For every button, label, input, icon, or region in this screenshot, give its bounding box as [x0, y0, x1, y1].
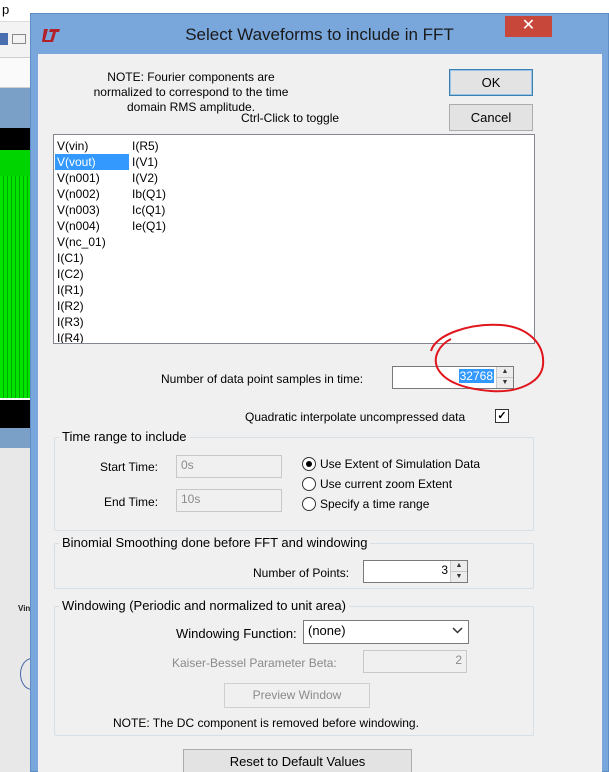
- ok-button[interactable]: OK: [449, 69, 533, 96]
- waveform-item[interactable]: V(n003): [55, 202, 129, 218]
- waveform-item[interactable]: V(n001): [55, 170, 129, 186]
- points-spin-arrows: ▲ ▼: [450, 561, 467, 582]
- spin-up-icon[interactable]: ▲: [451, 561, 467, 572]
- smoothing-group: Binomial Smoothing done before FFT and w…: [54, 535, 534, 589]
- spin-down-icon[interactable]: ▼: [451, 572, 467, 583]
- preview-window-button[interactable]: Preview Window: [224, 683, 370, 708]
- waveform-item[interactable]: I(R5): [130, 138, 168, 154]
- windowing-function-value: (none): [308, 623, 346, 638]
- windowing-title: Windowing (Periodic and normalized to un…: [59, 598, 349, 613]
- waveform-item[interactable]: Ic(Q1): [130, 202, 168, 218]
- time-range-group: Time range to include Start Time: 0s End…: [54, 429, 534, 531]
- start-time-label: Start Time:: [100, 460, 159, 474]
- spin-up-icon[interactable]: ▲: [497, 367, 513, 378]
- windowing-group: Windowing (Periodic and normalized to un…: [54, 598, 534, 736]
- time-range-title: Time range to include: [59, 429, 190, 444]
- samples-spin-arrows: ▲ ▼: [496, 367, 513, 388]
- normalization-note: NOTE: Fourier components are normalized …: [93, 70, 289, 114]
- radio-specify-range-label[interactable]: Specify a time range: [320, 497, 429, 511]
- chevron-down-icon: [452, 627, 463, 634]
- waveform-trace: [0, 150, 34, 406]
- check-icon: ✓: [497, 410, 507, 422]
- toolbar-icon[interactable]: [0, 33, 8, 45]
- schematic-label: Vin: [18, 604, 31, 613]
- fft-dialog: Select Waveforms to include in FFT ✕ NOT…: [30, 13, 609, 772]
- waveform-item[interactable]: I(C1): [55, 250, 129, 266]
- quadratic-label: Quadratic interpolate uncompressed data: [245, 410, 466, 424]
- waveform-column-2: I(R5) I(V1) I(V2) Ib(Q1) Ic(Q1) Ie(Q1): [130, 138, 168, 234]
- points-stepper[interactable]: 3 ▲ ▼: [363, 560, 468, 583]
- windowing-function-select[interactable]: (none): [303, 620, 469, 644]
- radio-use-extent[interactable]: [302, 457, 316, 471]
- radio-specify-range[interactable]: [302, 497, 316, 511]
- dialog-client: NOTE: Fourier components are normalized …: [38, 54, 602, 772]
- dc-note: NOTE: The DC component is removed before…: [113, 716, 419, 730]
- start-time-field[interactable]: 0s: [176, 455, 282, 478]
- points-label: Number of Points:: [253, 566, 350, 580]
- quadratic-checkbox[interactable]: ✓: [495, 409, 509, 423]
- reset-defaults-button[interactable]: Reset to Default Values: [183, 749, 412, 772]
- waveform-column-1: V(vin) V(vout) V(n001) V(n002) V(n003) V(n004…: [55, 138, 129, 343]
- waveform-item[interactable]: V(nc_01): [55, 234, 129, 250]
- end-time-field[interactable]: 10s: [176, 489, 282, 512]
- waveform-item[interactable]: Ib(Q1): [130, 186, 168, 202]
- samples-stepper[interactable]: 32768 ▲ ▼: [392, 366, 514, 389]
- radio-zoom-extent-label[interactable]: Use current zoom Extent: [320, 477, 452, 491]
- waveform-item[interactable]: I(V1): [130, 154, 168, 170]
- radio-zoom-extent[interactable]: [302, 477, 316, 491]
- cancel-button[interactable]: Cancel: [449, 104, 533, 131]
- toolbar-icon[interactable]: [12, 34, 26, 44]
- samples-value[interactable]: 32768: [458, 369, 494, 383]
- waveform-item[interactable]: I(R4): [55, 330, 129, 343]
- close-icon: ✕: [521, 17, 536, 34]
- points-value[interactable]: 3: [441, 563, 448, 577]
- windowing-function-label: Windowing Function:: [176, 626, 297, 641]
- spin-down-icon[interactable]: ▼: [497, 378, 513, 389]
- waveform-item[interactable]: V(n004): [55, 218, 129, 234]
- waveform-listbox[interactable]: V(vin) V(vout) V(n001) V(n002) V(n003) V(n004…: [53, 134, 535, 344]
- beta-label: Kaiser-Bessel Parameter Beta:: [172, 656, 337, 670]
- menu-fragment[interactable]: p: [2, 2, 9, 17]
- waveform-item[interactable]: I(R3): [55, 314, 129, 330]
- waveform-item[interactable]: Ie(Q1): [130, 218, 168, 234]
- close-button[interactable]: ✕: [505, 16, 552, 37]
- radio-use-extent-label[interactable]: Use Extent of Simulation Data: [320, 457, 480, 471]
- waveform-item[interactable]: V(vin): [55, 138, 129, 154]
- waveform-item[interactable]: I(V2): [130, 170, 168, 186]
- waveform-item[interactable]: V(vout): [55, 154, 129, 170]
- toggle-hint: Ctrl-Click to toggle: [241, 111, 340, 125]
- beta-field[interactable]: 2: [363, 650, 467, 673]
- waveform-item[interactable]: I(C2): [55, 266, 129, 282]
- dialog-titlebar[interactable]: Select Waveforms to include in FFT ✕: [31, 14, 608, 54]
- waveform-item[interactable]: V(n002): [55, 186, 129, 202]
- waveform-item[interactable]: I(R2): [55, 298, 129, 314]
- waveform-item[interactable]: I(R1): [55, 282, 129, 298]
- smoothing-title: Binomial Smoothing done before FFT and w…: [59, 535, 371, 550]
- samples-label: Number of data point samples in time:: [161, 372, 364, 386]
- end-time-label: End Time:: [104, 495, 159, 509]
